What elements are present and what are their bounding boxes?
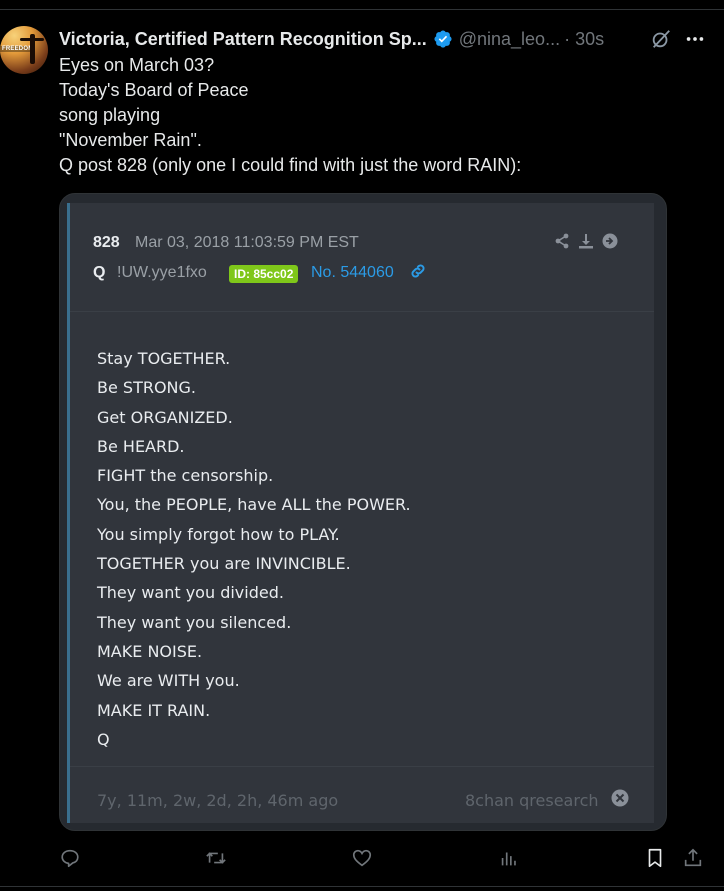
q-post-card: 828 Mar 03, 2018 11:03:59 PM EST Q !UW.y… [67, 203, 654, 823]
reply-icon [61, 849, 79, 868]
bookmark-icon [648, 848, 662, 868]
close-icon [611, 789, 629, 807]
tweet-header: Victoria, Certified Pattern Recognition … [59, 27, 604, 51]
tweet-line: Eyes on March 03? [59, 55, 215, 75]
post-line: FIGHT the censorship. [97, 466, 274, 486]
post-date: Mar 03, 2018 11:03:59 PM EST [135, 234, 359, 251]
retweet-button[interactable] [205, 847, 227, 869]
post-line: MAKE NOISE. [97, 641, 203, 661]
post-age: 7y, 11m, 2w, 2d, 2h, 46m ago [97, 791, 339, 810]
like-button[interactable] [351, 847, 373, 869]
like-icon [352, 849, 372, 867]
post-line: We are WITH you. [97, 671, 240, 691]
share-button[interactable] [682, 847, 704, 869]
post-line: Be STRONG. [97, 378, 196, 398]
post-line: They want you silenced. [97, 612, 292, 632]
share-icon [684, 848, 702, 867]
post-line: They want you divided. [97, 583, 284, 603]
post-no-link: No. 544060 [311, 264, 394, 281]
tweet-line: song playing [59, 105, 161, 125]
tweet-media[interactable]: 828 Mar 03, 2018 11:03:59 PM EST Q !UW.y… [59, 193, 667, 831]
post-footer: 7y, 11m, 2w, 2d, 2h, 46m ago 8chan qrese… [70, 766, 654, 824]
post-number: 828 [93, 234, 120, 251]
post-line: Q [97, 729, 110, 749]
display-name[interactable]: Victoria, Certified Pattern Recognition … [59, 29, 427, 50]
timestamp[interactable]: · 30s [564, 29, 604, 50]
bookmark-button[interactable] [644, 847, 666, 869]
post-line: Be HEARD. [97, 436, 185, 456]
bottom-divider [0, 886, 724, 887]
tweet-line: Q post 828 (only one I could find with j… [59, 155, 522, 175]
avatar[interactable]: FREEDOM [0, 26, 48, 74]
post-header: 828 Mar 03, 2018 11:03:59 PM EST Q !UW.y… [70, 203, 654, 312]
forward-icon [602, 233, 618, 249]
post-line: You simply forgot how to PLAY. [97, 524, 340, 544]
share-icon [555, 233, 569, 249]
tweet-line: "November Rain". [59, 130, 202, 150]
post-author: Q [93, 264, 106, 281]
post-source: 8chan qresearch [465, 791, 599, 810]
post-actions [554, 233, 618, 249]
post-line: MAKE IT RAIN. [97, 700, 211, 720]
handle[interactable]: @nina_leo... [459, 29, 560, 50]
views-icon [501, 852, 516, 866]
post-line: TOGETHER you are INVINCIBLE. [97, 554, 351, 574]
post-tripcode: !UW.yye1fxo [117, 264, 207, 281]
download-icon [579, 234, 593, 249]
tweet-text: Eyes on March 03? Today's Board of Peace… [59, 53, 699, 178]
grok-icon[interactable] [650, 28, 672, 50]
reply-button[interactable] [59, 847, 81, 869]
verified-badge-icon[interactable] [433, 29, 453, 49]
post-id-badge: ID: 85cc02 [229, 265, 299, 283]
top-divider [0, 9, 724, 10]
retweet-icon [206, 852, 226, 864]
tweet-line: Today's Board of Peace [59, 80, 249, 100]
post-line: Get ORGANIZED. [97, 407, 233, 427]
post-body: Stay TOGETHER. Be STRONG. Get ORGANIZED.… [97, 344, 411, 754]
post-line: Stay TOGETHER. [97, 349, 231, 368]
link-icon [411, 264, 425, 278]
post-line: You, the PEOPLE, have ALL the POWER. [97, 495, 411, 515]
tweet-actions [59, 847, 709, 873]
views-button[interactable] [498, 847, 520, 869]
more-icon[interactable] [684, 28, 706, 50]
